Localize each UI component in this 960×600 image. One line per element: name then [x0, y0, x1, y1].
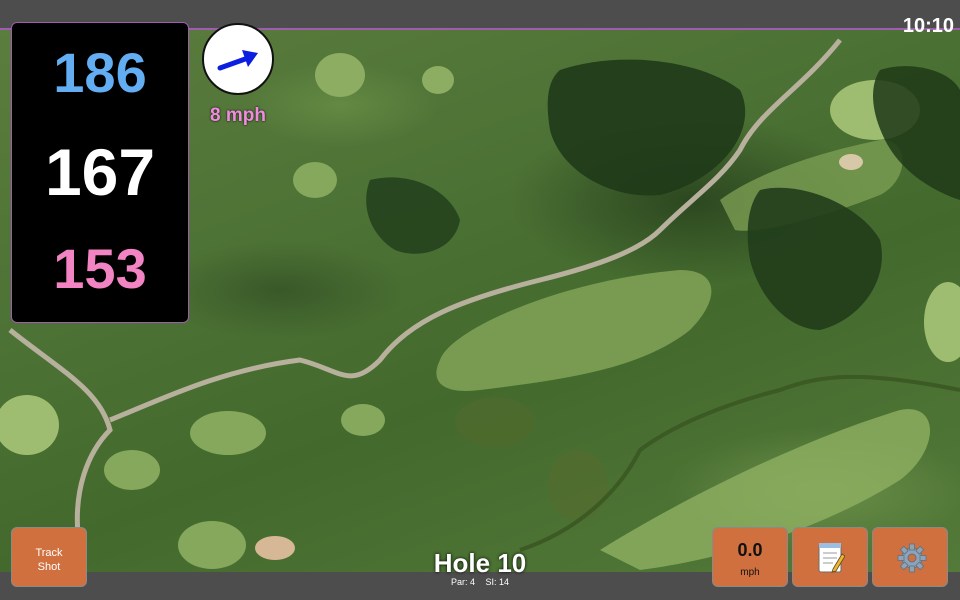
speed-button[interactable]: 0.0 mph — [712, 527, 788, 587]
tree-cluster — [547, 59, 746, 196]
tree-cluster — [366, 177, 460, 254]
distance-panel: 186 167 153 — [11, 22, 189, 323]
green — [0, 395, 59, 455]
center-distance: 167 — [44, 135, 156, 209]
wind-speed: 8 mph — [210, 105, 266, 126]
gear-icon — [897, 543, 927, 573]
green — [315, 53, 365, 97]
back-distance: 186 — [53, 41, 147, 104]
tree-cluster — [747, 187, 882, 330]
track-shot-button[interactable]: Track Shot — [11, 527, 87, 587]
clock: 10:10 — [902, 15, 954, 37]
app-screen: 186 167 153 8 mph 10:10 Track Shot 0.0 m… — [0, 0, 960, 600]
green — [190, 411, 266, 455]
green — [422, 66, 454, 94]
green — [104, 450, 160, 490]
green — [924, 282, 960, 362]
green — [341, 404, 385, 436]
notepad-icon — [818, 543, 845, 573]
arrow-icon — [217, 50, 258, 71]
green — [293, 162, 337, 198]
bunker — [255, 536, 295, 560]
fairway — [436, 270, 712, 391]
speed-value: 0.0 — [737, 540, 763, 560]
speed-unit: mph — [740, 567, 760, 578]
wind-direction-indicator — [202, 23, 274, 95]
water-hazard — [455, 397, 535, 447]
settings-button[interactable] — [872, 527, 948, 587]
hole-info: Par: 4 SI: 14 — [400, 577, 560, 587]
hole-stroke-index: SI: 14 — [485, 577, 510, 587]
water-hazard — [548, 450, 608, 520]
hole-par: Par: 4 — [450, 577, 475, 587]
notes-button[interactable] — [792, 527, 868, 587]
front-distance: 153 — [53, 237, 147, 300]
bunker — [839, 154, 863, 170]
hole-title: Hole 10 — [433, 548, 527, 578]
green — [178, 521, 246, 569]
track-shot-label: Track Shot — [35, 547, 63, 573]
